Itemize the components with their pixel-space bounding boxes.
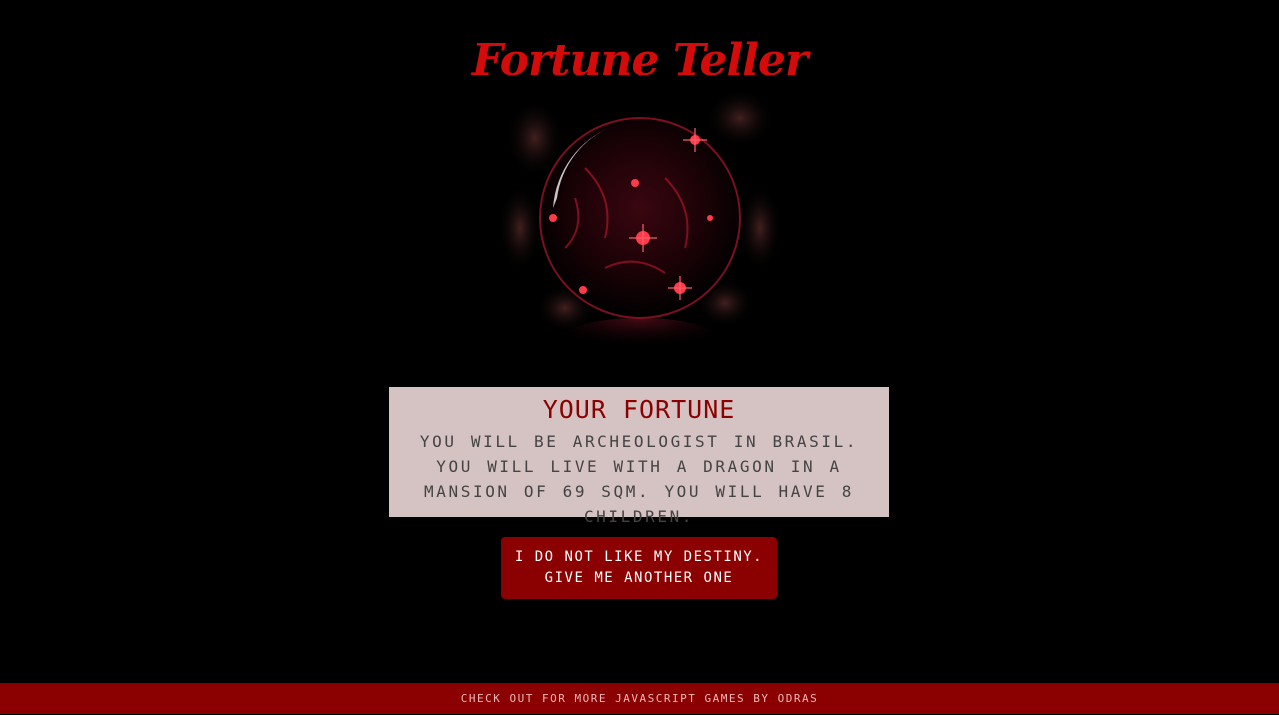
fortune-text: YOU WILL BE ARCHEOLOGIST IN BRASIL. YOU … <box>419 432 859 526</box>
more-games-link[interactable]: CHECK OUT FOR MORE JAVASCRIPT GAMES BY O… <box>461 692 818 705</box>
fortune-heading: YOUR FORTUNE <box>542 395 736 424</box>
crystal-ball-icon <box>495 78 785 368</box>
new-fortune-button[interactable]: I DO NOT LIKE MY DESTINY. GIVE ME ANOTHE… <box>501 537 777 599</box>
footer: CHECK OUT FOR MORE JAVASCRIPT GAMES BY O… <box>0 683 1279 714</box>
fortune-card: YOUR FORTUNE YOU WILL BE ARCHEOLOGIST IN… <box>389 387 889 526</box>
crystal-ball-graphic <box>498 88 782 362</box>
